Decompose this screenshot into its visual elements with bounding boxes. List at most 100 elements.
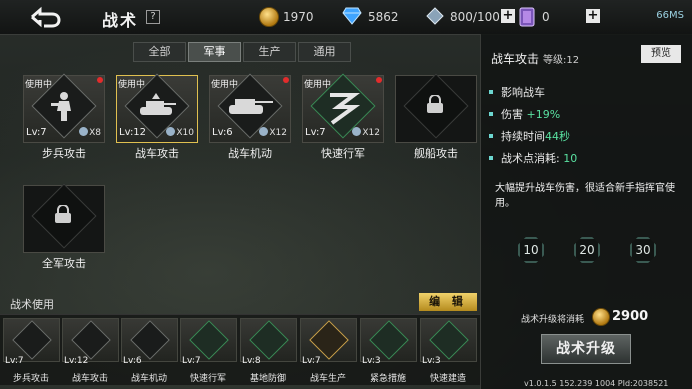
usage-slot-1[interactable]: Lv:7 步兵攻击 <box>3 318 60 386</box>
tactic-usage-title: 战术使用 <box>10 298 54 311</box>
notification-dot <box>376 77 382 83</box>
level-node-20[interactable]: 20 <box>574 237 600 263</box>
tank-move-icon <box>229 99 273 114</box>
gold-coin-icon <box>592 308 610 326</box>
notification-dot <box>97 77 103 83</box>
network-ping: 66MS <box>656 10 684 21</box>
crystal-value: 800/100 <box>450 10 500 24</box>
slot-name: 步兵攻击 <box>12 374 49 384</box>
help-icon[interactable]: ? <box>146 10 160 24</box>
slot-name: 战车机动 <box>130 374 167 384</box>
tactic-card-march[interactable]: 使用中 Lv:7 X12 快速行军 <box>302 73 384 163</box>
in-use-label: 使用中 <box>211 80 239 90</box>
tactic-level: Lv:6 <box>212 127 233 138</box>
tactic-count: X10 <box>166 127 194 138</box>
tactic-name: 全军攻击 <box>42 257 86 270</box>
slot-level: Lv:3 <box>422 356 441 366</box>
slot-level: Lv:7 <box>5 356 24 366</box>
diamond-icon <box>342 7 362 25</box>
usage-slot-2[interactable]: Lv:12 战车攻击 <box>62 318 119 386</box>
tactic-card-tank-move[interactable]: 使用中 Lv:6 X12 战车机动 <box>209 73 291 163</box>
back-icon[interactable] <box>26 5 62 29</box>
tactic-level: Lv:7 <box>26 127 47 138</box>
tactic-card-tank-attack[interactable]: 使用中 Lv:12 X10 战车攻击 <box>116 73 198 163</box>
slot-level: Lv:12 <box>64 356 89 366</box>
march-icon <box>330 93 361 125</box>
tab-all[interactable]: 全部 <box>133 42 186 62</box>
ticket-icon <box>519 7 535 27</box>
category-tabs: 全部 军事 生产 通用 <box>133 42 353 62</box>
crystal-small-icon <box>166 127 176 136</box>
tactic-card-ship-locked[interactable]: 舰船攻击 <box>395 73 477 163</box>
attr-duration: 持续时间44秒 <box>489 128 570 144</box>
tactic-card-all-army-locked[interactable]: 全军攻击 <box>23 183 105 273</box>
crystal-icon <box>426 7 444 25</box>
gold-resource: 1970 <box>259 7 319 27</box>
tactic-card-infantry[interactable]: 使用中 Lv:7 X8 步兵攻击 <box>23 73 105 163</box>
tactic-level: Lv:12 <box>119 127 147 138</box>
tactic-name: 步兵攻击 <box>42 147 86 160</box>
detail-description: 大幅提升战车伤害，很适合新手指挥官使用。 <box>495 183 675 209</box>
gold-value: 1970 <box>283 10 314 24</box>
tab-general[interactable]: 通用 <box>298 42 351 62</box>
infantry-icon <box>51 92 71 121</box>
upgrade-cost-label: 战术升级将消耗 <box>521 315 585 325</box>
attr-affects: 影响战车 <box>489 84 545 100</box>
tab-production[interactable]: 生产 <box>243 42 296 62</box>
preview-button[interactable]: 预览 <box>641 45 681 63</box>
usage-slot-7[interactable]: Lv:3 紧急措施 <box>360 318 417 386</box>
diamond-value: 5862 <box>368 10 399 24</box>
upgrade-cost-value: 2900 <box>612 309 649 324</box>
crystal-small-icon <box>259 127 269 136</box>
tactic-level: Lv:7 <box>305 127 326 138</box>
slot-name: 紧急措施 <box>369 374 406 384</box>
ticket-value: 0 <box>542 10 550 24</box>
slot-name: 战车攻击 <box>71 374 108 384</box>
tactic-name: 舰船攻击 <box>414 147 458 160</box>
usage-slot-5[interactable]: Lv:8 基地防御 <box>240 318 297 386</box>
page-title: 战术 <box>102 11 139 30</box>
usage-slot-6[interactable]: Lv:7 战车生产 <box>300 318 357 386</box>
crystal-small-icon <box>79 127 89 136</box>
usage-slot-3[interactable]: Lv:6 战车机动 <box>121 318 178 386</box>
tank-attack-icon <box>140 93 176 115</box>
lock-icon <box>55 205 71 223</box>
level-node-10[interactable]: 10 <box>518 237 544 263</box>
diamond-resource: 5862 <box>342 7 412 27</box>
slot-level: Lv:7 <box>302 356 321 366</box>
attr-damage: 伤害 +19% <box>489 106 560 122</box>
slot-level: Lv:7 <box>182 356 201 366</box>
in-use-label: 使用中 <box>304 80 332 90</box>
tactic-name: 战车攻击 <box>135 147 179 160</box>
slot-level: Lv:3 <box>362 356 381 366</box>
usage-slot-8[interactable]: Lv:3 快速建造 <box>420 318 477 386</box>
detail-title: 战车攻击 等级:12 <box>491 52 580 66</box>
slot-name: 快速建造 <box>429 374 466 384</box>
slot-level: Lv:6 <box>123 356 142 366</box>
crystal-small-icon <box>352 127 362 136</box>
tactic-name: 快速行军 <box>321 147 365 160</box>
slot-name: 快速行军 <box>189 374 226 384</box>
slot-level: Lv:8 <box>242 356 261 366</box>
lock-icon <box>427 95 443 113</box>
ticket-add-button[interactable]: + <box>586 9 600 23</box>
attr-cost: 战术点消耗: 10 <box>489 150 577 166</box>
version-info: v1.0.1.5 152.239 1004 PId:2038521 <box>524 379 669 388</box>
level-node-30[interactable]: 30 <box>630 237 656 263</box>
tactic-detail-panel: 战车攻击 等级:12 预览 影响战车 伤害 +19% 持续时间44秒 战术点消耗:… <box>480 34 692 389</box>
in-use-label: 使用中 <box>118 80 146 90</box>
usage-slot-4[interactable]: Lv:7 快速行军 <box>180 318 237 386</box>
edit-button[interactable]: 编 辑 <box>419 293 477 311</box>
crystal-add-button[interactable]: + <box>501 9 515 23</box>
upgrade-button[interactable]: 战术升级 <box>541 334 631 364</box>
gold-coin-icon <box>259 7 279 27</box>
slot-name: 基地防御 <box>249 374 286 384</box>
tab-military[interactable]: 军事 <box>188 42 241 62</box>
crystal-resource: 800/100 + <box>426 7 522 27</box>
tactic-count: X12 <box>259 127 287 138</box>
tactic-count: X12 <box>352 127 380 138</box>
tactic-name: 战车机动 <box>228 147 272 160</box>
top-bar: 战术 ? 1970 5862 800/100 + 0 + 66MS <box>0 0 692 35</box>
detail-level: 等级:12 <box>543 55 580 66</box>
slot-name: 战车生产 <box>309 374 346 384</box>
